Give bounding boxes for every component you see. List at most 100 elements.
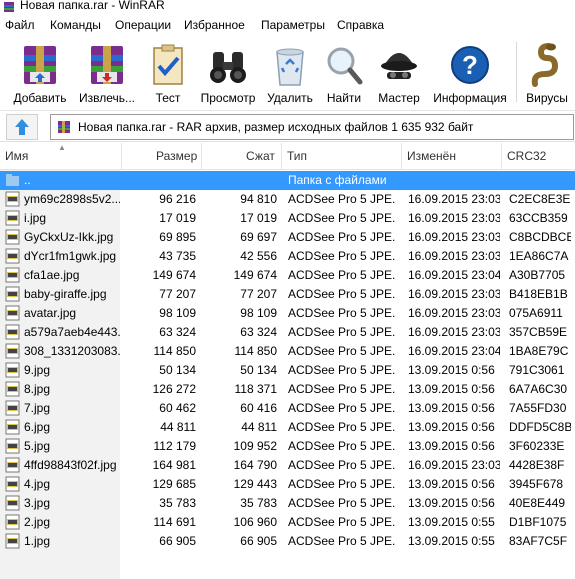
file-modified: 13.09.2015 0:56 bbox=[408, 382, 495, 396]
file-type: ACDSee Pro 5 JPE... bbox=[288, 344, 396, 358]
file-modified: 16.09.2015 23:03 bbox=[408, 287, 500, 301]
file-row[interactable]: 4ffd98843f02f.jpg 164 981 164 790 ACDSee Pr… bbox=[0, 456, 575, 475]
file-row[interactable]: 2.jpg 114 691 106 960 ACDSee Pro 5 JPE... 13… bbox=[0, 513, 575, 532]
file-packed-size: 114 850 bbox=[234, 344, 278, 358]
menu-operations[interactable]: Операции bbox=[115, 18, 171, 32]
file-packed-size: 69 697 bbox=[240, 230, 277, 244]
up-folder-button[interactable] bbox=[6, 114, 38, 140]
file-size: 60 462 bbox=[159, 401, 196, 415]
jpg-file-icon bbox=[5, 495, 20, 511]
test-button[interactable]: Тест bbox=[143, 36, 193, 108]
file-row[interactable]: 1.jpg 66 905 66 905 ACDSee Pro 5 JPE... 13.0… bbox=[0, 532, 575, 551]
file-size: 66 905 bbox=[159, 534, 196, 548]
toolbar: Добавить Извлечь... Тест Просмотр Удалит… bbox=[0, 36, 575, 111]
jpg-file-icon bbox=[5, 191, 20, 207]
file-type: ACDSee Pro 5 JPE... bbox=[288, 268, 396, 282]
info-question-icon: ? bbox=[451, 46, 489, 84]
jpg-file-icon bbox=[5, 419, 20, 435]
file-name: 3.jpg bbox=[24, 496, 51, 510]
delete-label: Удалить bbox=[267, 91, 313, 105]
file-row[interactable]: baby-giraffe.jpg 77 207 77 207 ACDSee Pro 5… bbox=[0, 285, 575, 304]
file-name: dYcr1fm1gwk.jpg bbox=[24, 249, 117, 263]
jpg-file-icon bbox=[5, 267, 20, 283]
extract-button[interactable]: Извлечь... bbox=[75, 36, 139, 108]
view-label: Просмотр bbox=[200, 91, 256, 105]
file-row[interactable]: 9.jpg 50 134 50 134 ACDSee Pro 5 JPE... 13.0… bbox=[0, 361, 575, 380]
jpg-file-icon bbox=[5, 533, 20, 549]
file-modified: 13.09.2015 0:56 bbox=[408, 420, 495, 434]
column-crc[interactable]: CRC32 bbox=[502, 143, 575, 169]
wizard-button[interactable]: Мастер bbox=[372, 36, 426, 108]
file-row[interactable]: ym69c2898s5v2... 96 216 94 810 ACDSee Pro 5… bbox=[0, 190, 575, 209]
file-modified: 16.09.2015 23:03 bbox=[408, 458, 500, 472]
file-packed-size: 42 556 bbox=[240, 249, 277, 263]
file-row[interactable]: 5.jpg 112 179 109 952 ACDSee Pro 5 JPE... 13… bbox=[0, 437, 575, 456]
column-size[interactable]: Размер bbox=[122, 143, 202, 169]
column-name[interactable]: Имя bbox=[0, 143, 122, 169]
file-row[interactable]: dYcr1fm1gwk.jpg 43 735 42 556 ACDSee Pro 5 … bbox=[0, 247, 575, 266]
file-row[interactable]: 7.jpg 60 462 60 416 ACDSee Pro 5 JPE... 13.0… bbox=[0, 399, 575, 418]
file-name: 7.jpg bbox=[24, 401, 51, 415]
virus-button[interactable]: Вирусы bbox=[522, 36, 572, 108]
recycle-bin-icon bbox=[276, 48, 304, 86]
file-packed-size: 98 109 bbox=[240, 306, 277, 320]
column-modified[interactable]: Изменён bbox=[402, 143, 502, 169]
menu-file[interactable]: Файл bbox=[5, 18, 35, 32]
add-label: Добавить bbox=[13, 91, 67, 105]
file-packed-size: 63 324 bbox=[240, 325, 277, 339]
file-row[interactable]: 3.jpg 35 783 35 783 ACDSee Pro 5 JPE... 13.0… bbox=[0, 494, 575, 513]
column-type[interactable]: Тип bbox=[282, 143, 402, 169]
file-type: ACDSee Pro 5 JPE... bbox=[288, 382, 396, 396]
menu-favorites[interactable]: Избранное bbox=[184, 18, 245, 32]
file-crc: 4428E38F bbox=[509, 458, 565, 472]
file-crc: C2EC8E3E bbox=[509, 192, 571, 206]
jpg-file-icon bbox=[5, 305, 20, 321]
file-crc: 3945F678 bbox=[509, 477, 564, 491]
column-packed[interactable]: Сжат bbox=[202, 143, 282, 169]
info-button[interactable]: ? Информация bbox=[431, 36, 509, 108]
file-name: ym69c2898s5v2... bbox=[24, 192, 120, 206]
file-row[interactable]: 8.jpg 126 272 118 371 ACDSee Pro 5 JPE... 13… bbox=[0, 380, 575, 399]
file-name: 308_1331203083... bbox=[24, 344, 120, 358]
file-crc: 83AF7C5F bbox=[509, 534, 568, 548]
menu-help[interactable]: Справка bbox=[337, 18, 384, 32]
test-checklist-icon bbox=[153, 44, 183, 85]
file-row[interactable]: a579a7aeb4e443... 63 324 63 324 ACDSee Pro … bbox=[0, 323, 575, 342]
file-crc: D1BF1075 bbox=[509, 515, 567, 529]
file-size: 98 109 bbox=[159, 306, 196, 320]
file-crc: 63CCB359 bbox=[509, 211, 568, 225]
file-row[interactable]: 4.jpg 129 685 129 443 ACDSee Pro 5 JPE... 13… bbox=[0, 475, 575, 494]
snake-icon bbox=[531, 43, 559, 87]
file-row[interactable]: 6.jpg 44 811 44 811 ACDSee Pro 5 JPE... 13.0… bbox=[0, 418, 575, 437]
delete-button[interactable]: Удалить bbox=[264, 36, 316, 108]
file-modified: 13.09.2015 0:56 bbox=[408, 401, 495, 415]
file-name: baby-giraffe.jpg bbox=[24, 287, 107, 301]
file-crc: 357CB59E bbox=[509, 325, 568, 339]
file-size: 114 691 bbox=[153, 515, 197, 529]
file-type: ACDSee Pro 5 JPE... bbox=[288, 192, 396, 206]
file-packed-size: 129 443 bbox=[233, 477, 277, 491]
file-row[interactable]: GyCkxUz-Ikk.jpg 69 895 69 697 ACDSee Pro 5 … bbox=[0, 228, 575, 247]
file-crc: 075A6911 bbox=[509, 306, 563, 320]
file-type: ACDSee Pro 5 JPE... bbox=[288, 477, 396, 491]
file-type: ACDSee Pro 5 JPE... bbox=[288, 363, 396, 377]
file-row[interactable]: 308_1331203083... 114 850 114 850 ACDSee Pr… bbox=[0, 342, 575, 361]
column-header: ▲ Имя Размер Сжат Тип Изменён CRC32 bbox=[0, 143, 575, 170]
file-crc: 40E8E449 bbox=[509, 496, 566, 510]
jpg-file-icon bbox=[5, 343, 20, 359]
menu-options[interactable]: Параметры bbox=[261, 18, 325, 32]
file-size: 129 685 bbox=[152, 477, 196, 491]
file-size: 126 272 bbox=[152, 382, 196, 396]
file-type: ACDSee Pro 5 JPE... bbox=[288, 439, 396, 453]
parent-folder-row[interactable]: .. Папка с файлами bbox=[0, 171, 575, 190]
file-row[interactable]: cfa1ae.jpg 149 674 149 674 ACDSee Pro 5 JPE… bbox=[0, 266, 575, 285]
find-button[interactable]: Найти bbox=[321, 36, 367, 108]
file-packed-size: 94 810 bbox=[240, 192, 277, 206]
file-row[interactable]: avatar.jpg 98 109 98 109 ACDSee Pro 5 JPE..… bbox=[0, 304, 575, 323]
file-packed-size: 77 207 bbox=[240, 287, 277, 301]
address-field[interactable]: Новая папка.rar - RAR архив, размер исхо… bbox=[50, 114, 574, 140]
view-button[interactable]: Просмотр bbox=[197, 36, 259, 108]
add-button[interactable]: Добавить bbox=[9, 36, 71, 108]
file-row[interactable]: i.jpg 17 019 17 019 ACDSee Pro 5 JPE... 16.0… bbox=[0, 209, 575, 228]
menu-commands[interactable]: Команды bbox=[50, 18, 101, 32]
